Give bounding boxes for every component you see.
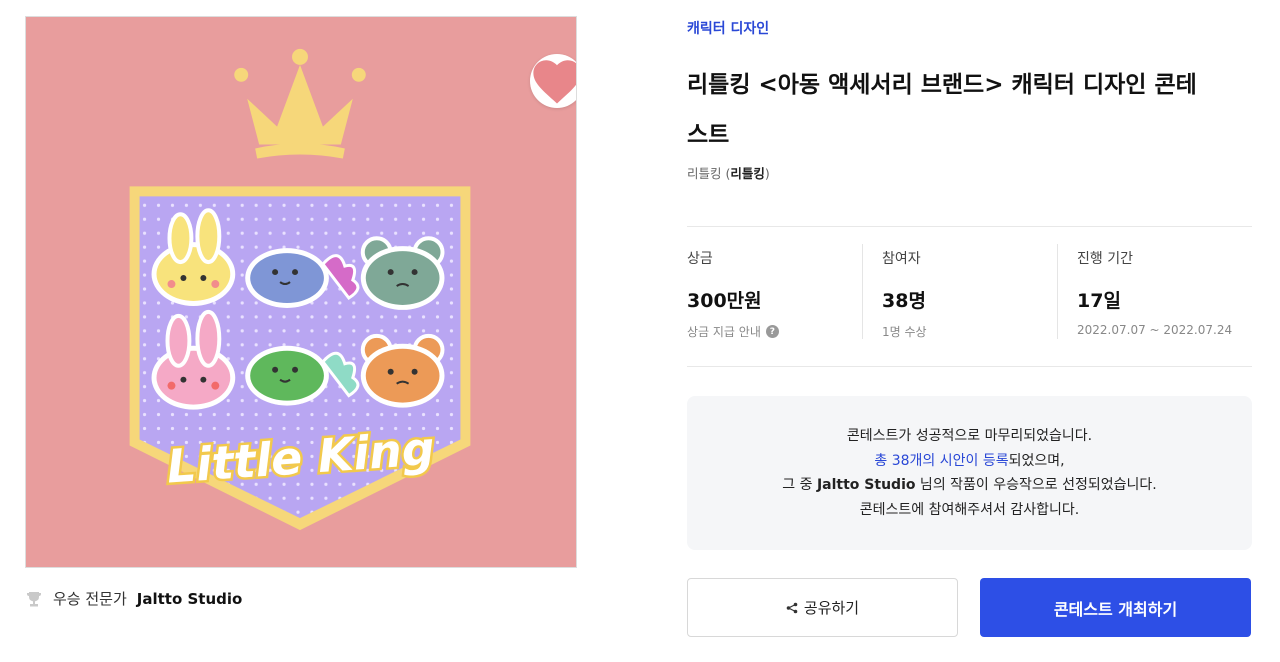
like-button[interactable]: [530, 54, 576, 108]
orange-bear-character: [360, 333, 445, 408]
share-label: 공유하기: [803, 599, 860, 617]
host-suffix: ): [764, 166, 770, 181]
divider-top: [687, 226, 1252, 227]
contest-category[interactable]: 캐릭터 디자인: [687, 18, 769, 38]
share-icon: [786, 602, 798, 613]
contest-stats: 상금 300만원 상금 지급 안내 ? 참여자 38명 1명 수상 진행 기간 …: [687, 244, 1252, 339]
share-button[interactable]: 공유하기: [687, 578, 958, 637]
contest-winning-image[interactable]: Little King: [25, 16, 577, 568]
host-name[interactable]: 리틀킹: [730, 166, 765, 181]
winner-label: 우승 전문가: [53, 590, 127, 608]
crown-icon: [234, 48, 366, 159]
stat-label: 참여자: [882, 251, 921, 267]
contest-title: 리틀킹 <아동 액세서리 브랜드> 캐릭터 디자인 콘테스트: [687, 72, 1197, 148]
stat-label: 상금: [687, 251, 713, 267]
winner-info: 우승 전문가 Jaltto Studio: [25, 588, 242, 609]
stat-value: 300만원: [687, 290, 762, 312]
notice-line-3-pre: 그 중: [782, 477, 817, 493]
stat-value: 38명: [882, 290, 926, 312]
notice-line-2-rest: 되었으며,: [1008, 452, 1065, 469]
notice-line-3: 그 중 Jaltto Studio 님의 작품이 우승작으로 선정되었습니다.: [687, 473, 1252, 498]
trophy-icon: [27, 591, 41, 606]
divider-bottom: [687, 366, 1252, 367]
notice-line-2: 총 38개의 시안이 등록되었으며,: [687, 449, 1252, 474]
stat-sub: 상금 지급 안내: [687, 325, 761, 339]
submissions-link[interactable]: 총 38개의 시안이 등록: [874, 453, 1008, 469]
host-contest-button[interactable]: 콘테스트 개최하기: [980, 578, 1251, 637]
contest-result-notice: 콘테스트가 성공적으로 마무리되었습니다. 총 38개의 시안이 등록되었으며,…: [687, 396, 1252, 550]
stat-value: 17일: [1077, 290, 1121, 312]
stat-sub: 1명 수상: [882, 325, 927, 339]
stat-sub: 2022.07.07 ~ 2022.07.24: [1077, 323, 1233, 337]
notice-line-4: 콘테스트에 참여해주셔서 감사합니다.: [859, 501, 1080, 518]
help-icon[interactable]: ?: [765, 325, 779, 338]
stat-period: 진행 기간 17일 2022.07.07 ~ 2022.07.24: [1057, 244, 1252, 339]
prize-payment-guide[interactable]: 상금 지급 안내 ?: [687, 323, 862, 340]
host-info: 리틀킹 (리틀킹): [687, 163, 770, 182]
stat-prize: 상금 300만원 상금 지급 안내 ?: [687, 244, 862, 339]
host-prefix: 리틀킹 (: [687, 166, 731, 181]
stat-label: 진행 기간: [1077, 251, 1133, 267]
stat-participants: 참여자 38명 1명 수상: [862, 244, 1057, 339]
notice-winner-name: Jaltto Studio: [816, 477, 916, 493]
little-king-logo: Little King: [129, 48, 471, 531]
winner-name[interactable]: Jaltto Studio: [137, 590, 243, 608]
notice-line-1: 콘테스트가 성공적으로 마무리되었습니다.: [846, 428, 1093, 444]
green-bear-character: [360, 236, 445, 310]
notice-line-3-rest: 님의 작품이 우승작으로 선정되었습니다.: [915, 477, 1157, 493]
heart-icon: [533, 60, 576, 104]
